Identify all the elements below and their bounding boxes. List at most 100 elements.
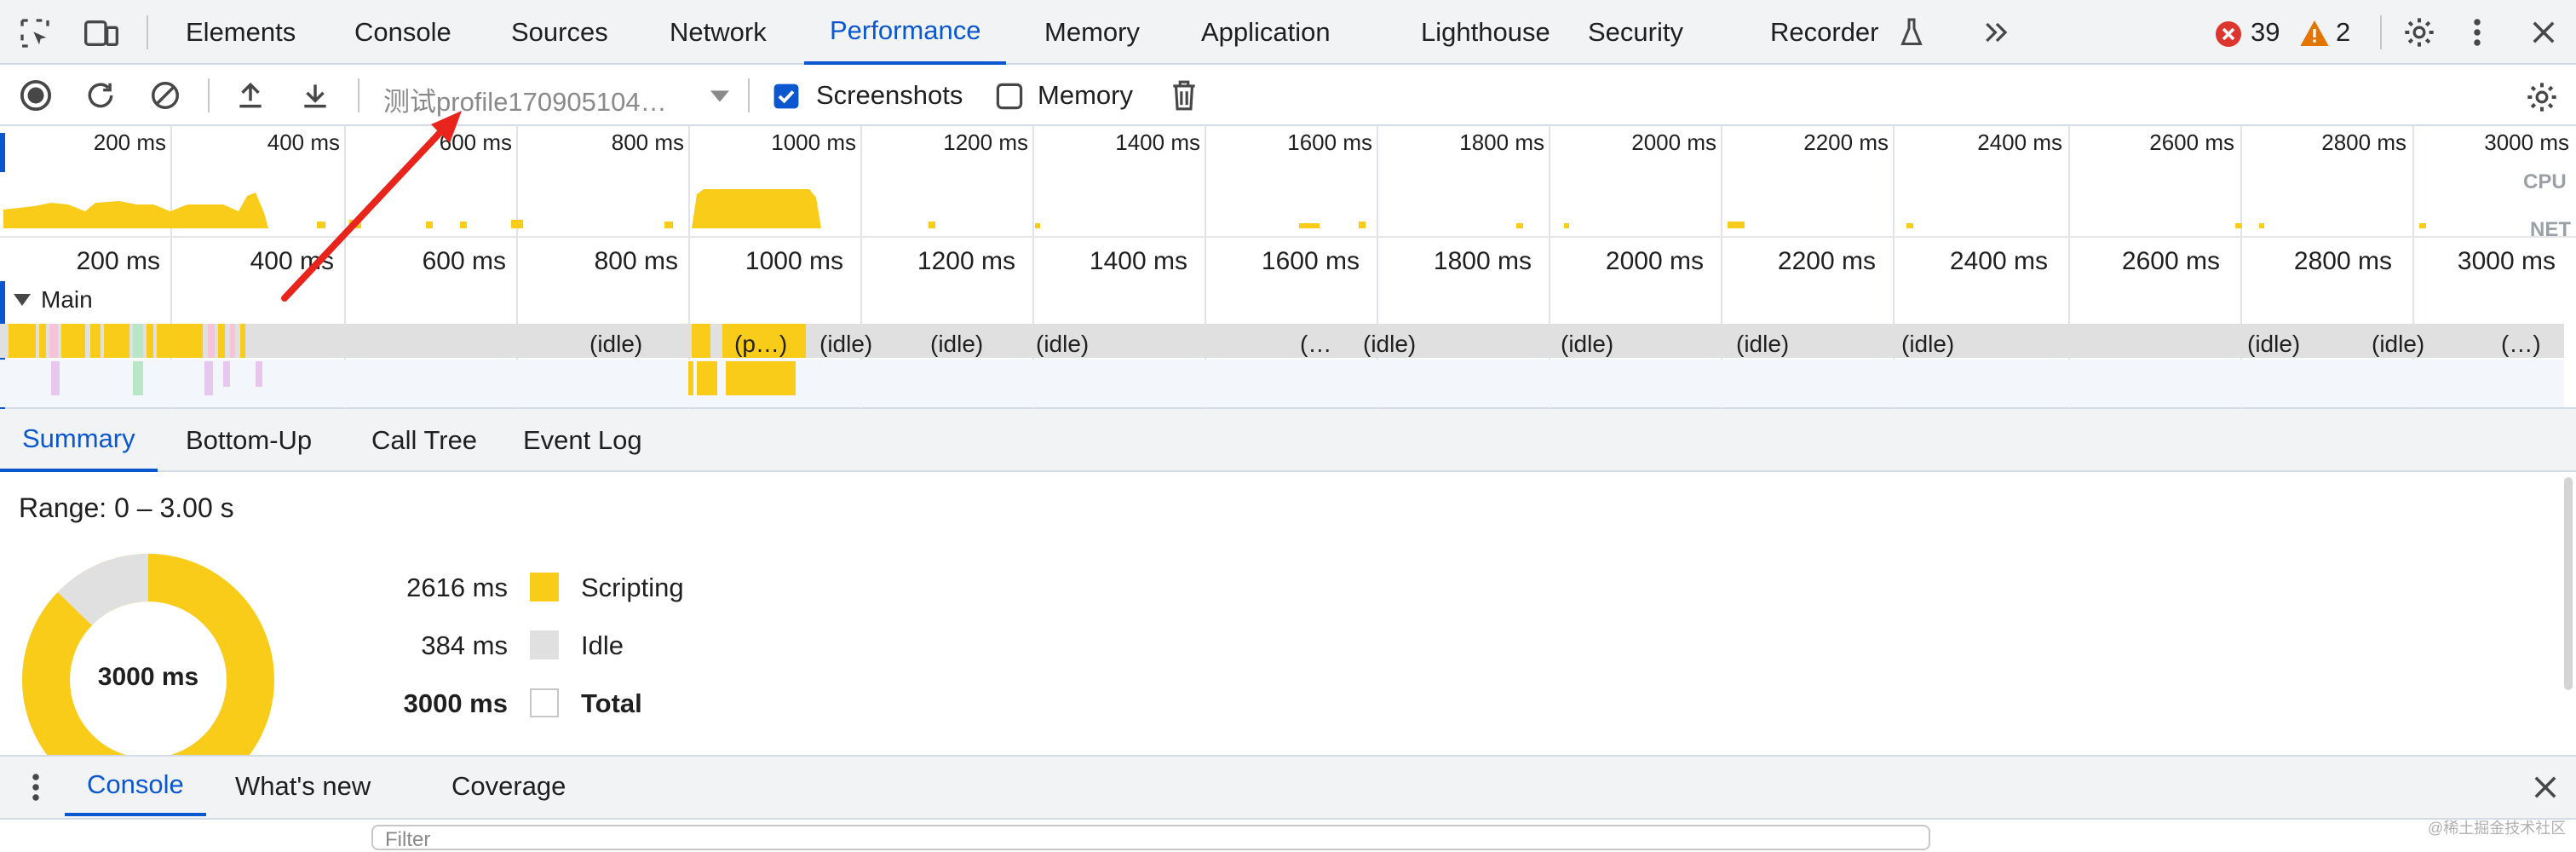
scripting-value: 2616 ms [406, 573, 508, 602]
task-label: (… [1300, 331, 1332, 357]
task-label: (idle) [930, 331, 984, 357]
overview-tick: 2800 ms [2321, 130, 2406, 155]
device-toolbar-icon[interactable] [82, 15, 121, 51]
drawer-menu-icon[interactable] [26, 769, 46, 806]
capture-settings-gear-icon[interactable] [2523, 78, 2561, 116]
range-label: Range: 0 – 3.00 s [19, 492, 234, 523]
settings-gear-icon[interactable] [2401, 14, 2438, 51]
inspect-element-icon[interactable] [17, 15, 53, 51]
main-thread-tasks[interactable] [0, 324, 2576, 409]
details-tab-bar: Summary Bottom-Up Call Tree Event Log [0, 409, 2576, 472]
tab-call-tree[interactable]: Call Tree [371, 409, 477, 472]
flame-tick: 1600 ms [1261, 247, 1360, 275]
overview-tick: 1600 ms [1287, 130, 1372, 155]
tab-bottom-up[interactable]: Bottom-Up [186, 409, 312, 472]
total-swatch [530, 688, 559, 717]
screenshots-label[interactable]: Screenshots [816, 80, 963, 111]
collapse-triangle-icon[interactable] [12, 290, 32, 310]
tab-event-log[interactable]: Event Log [523, 409, 642, 472]
close-devtools-icon[interactable] [2527, 15, 2561, 49]
record-icon[interactable] [19, 78, 53, 112]
close-drawer-icon[interactable] [2528, 770, 2562, 804]
upload-profile-icon[interactable] [233, 78, 267, 112]
task-label: (idle) [1036, 331, 1090, 357]
flame-tick: 2600 ms [2121, 247, 2220, 275]
summary-panel: Range: 0 – 3.00 s 3000 ms 2616 ms Script… [0, 474, 2576, 806]
overview-tick: 200 ms [93, 130, 166, 155]
filter-placeholder: Filter [385, 828, 431, 851]
error-count[interactable]: 39 [2251, 17, 2280, 48]
watermark-text: @稀土掘金技术社区 [2428, 820, 2567, 837]
cpu-label: CPU [2523, 170, 2567, 193]
task-label: (idle) [1561, 331, 1614, 357]
task-label: (p…) [734, 331, 788, 357]
divider [748, 78, 750, 112]
trash-icon[interactable] [1167, 78, 1201, 112]
drawer-tab-console[interactable]: Console [65, 757, 206, 816]
overview-tick: 2400 ms [1977, 130, 2062, 155]
screenshots-checkbox[interactable] [772, 82, 801, 111]
flame-tick: 2000 ms [1605, 247, 1704, 275]
error-icon[interactable] [2215, 20, 2242, 48]
more-tabs-chevron-icon[interactable] [1978, 14, 2015, 51]
overview-tick: 800 ms [611, 130, 684, 155]
console-filter-input[interactable]: Filter [371, 825, 1930, 851]
tab-recorder[interactable]: Recorder [1770, 0, 1879, 65]
tab-summary[interactable]: Summary [0, 409, 158, 472]
idle-swatch [530, 630, 559, 659]
devtools-tab-bar: Elements Console Sources Network Perform… [0, 0, 2576, 65]
flame-tick: 3000 ms [2457, 247, 2556, 275]
flame-tick: 2800 ms [2293, 247, 2392, 275]
tab-network[interactable]: Network [670, 0, 767, 65]
tab-security[interactable]: Security [1588, 0, 1683, 65]
overview-tick: 1400 ms [1115, 130, 1200, 155]
download-profile-icon[interactable] [298, 78, 332, 112]
tab-console[interactable]: Console [354, 0, 451, 65]
overview-tick: 1800 ms [1459, 130, 1544, 155]
divider [358, 78, 359, 112]
tab-application[interactable]: Application [1201, 0, 1331, 65]
warning-count[interactable]: 2 [2336, 17, 2350, 48]
overview-tick: 2600 ms [2149, 130, 2234, 155]
task-label: (idle) [2372, 331, 2425, 357]
drawer-tab-whats-new[interactable]: What's new [235, 757, 371, 816]
flask-icon [1896, 15, 1927, 49]
dropdown-caret-icon[interactable] [707, 83, 733, 109]
memory-label[interactable]: Memory [1038, 80, 1133, 111]
task-label: (idle) [1901, 331, 1955, 357]
overview-tick: 2200 ms [1803, 130, 1889, 155]
memory-checkbox[interactable] [995, 82, 1024, 111]
tab-memory[interactable]: Memory [1044, 0, 1140, 65]
task-label: (idle) [589, 331, 643, 357]
flame-tick: 1400 ms [1089, 247, 1187, 275]
console-drawer: Console What's new Coverage Filter @稀土掘金… [0, 755, 2576, 851]
clear-icon[interactable] [148, 78, 182, 112]
task-label: (…) [2501, 331, 2541, 357]
scripting-label: Scripting [581, 573, 684, 602]
main-track-label[interactable]: Main [41, 286, 93, 314]
overview-tick: 1000 ms [771, 130, 856, 155]
flame-tick: 200 ms [76, 247, 160, 275]
tab-lighthouse[interactable]: Lighthouse [1421, 0, 1550, 65]
idle-value: 384 ms [421, 630, 508, 660]
overview-tick: 2000 ms [1631, 130, 1716, 155]
tab-elements[interactable]: Elements [186, 0, 296, 65]
flame-tick: 800 ms [594, 247, 678, 275]
warning-icon[interactable] [2300, 19, 2329, 48]
flame-tick: 2200 ms [1777, 247, 1876, 275]
flame-tick: 1000 ms [745, 247, 843, 275]
flame-tick: 1200 ms [917, 247, 1015, 275]
summary-scrollbar[interactable] [2564, 477, 2573, 690]
total-label: Total [581, 688, 642, 718]
more-options-icon[interactable] [2467, 14, 2487, 51]
tab-sources[interactable]: Sources [511, 0, 608, 65]
divider [208, 78, 210, 112]
flame-tick: 1800 ms [1433, 247, 1532, 275]
drawer-tab-coverage[interactable]: Coverage [451, 757, 566, 816]
tab-performance[interactable]: Performance [804, 0, 1007, 65]
flame-tick: 2400 ms [1949, 247, 2048, 275]
red-annotation-arrow-icon [281, 111, 462, 302]
net-label: NET [2530, 218, 2571, 241]
idle-label: Idle [581, 630, 624, 660]
reload-record-icon[interactable] [83, 78, 118, 112]
